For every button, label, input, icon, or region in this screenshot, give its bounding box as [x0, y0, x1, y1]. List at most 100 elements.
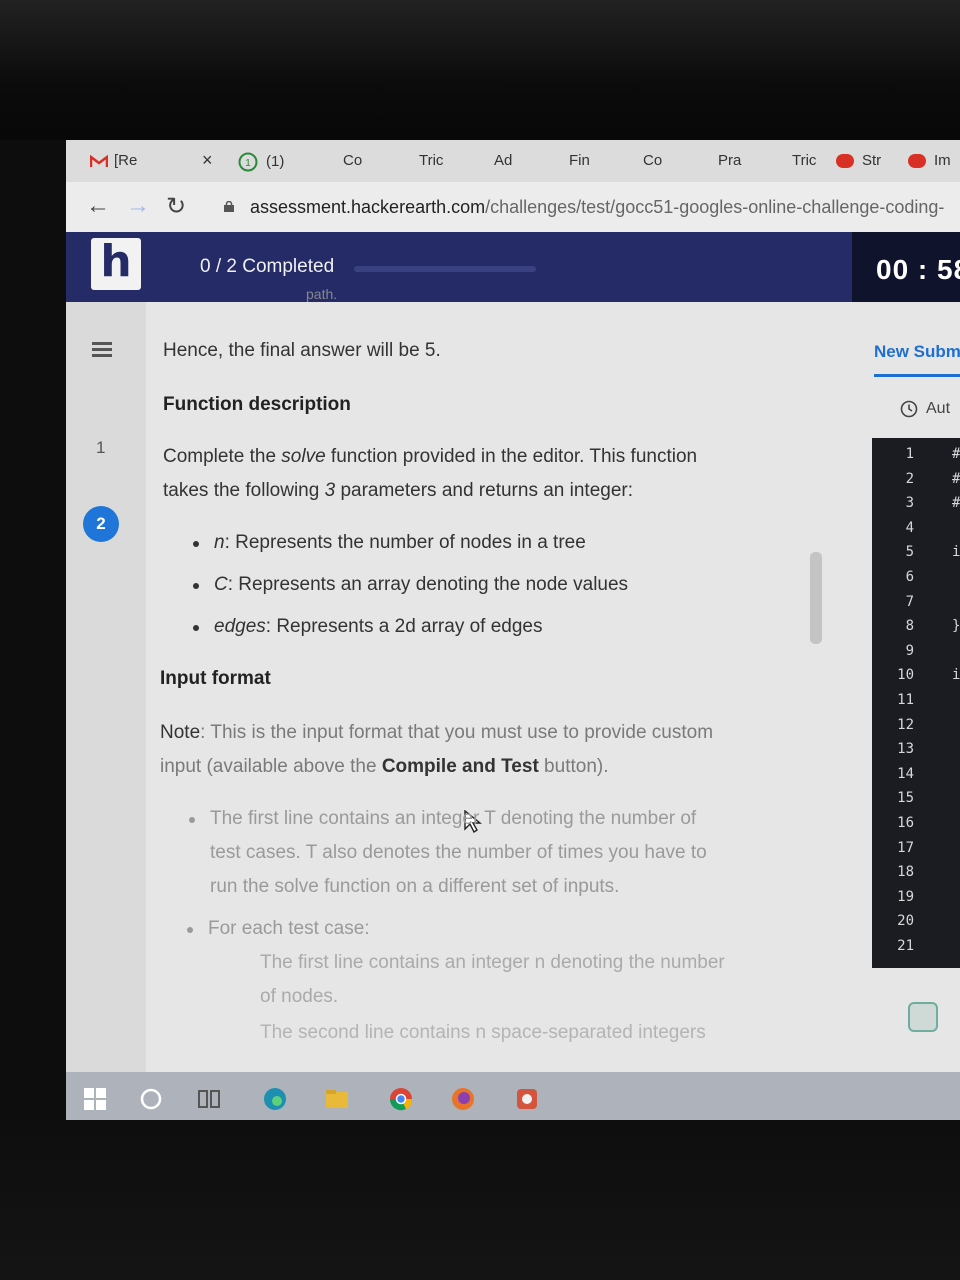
line-number: 18: [897, 864, 914, 881]
laptop-screen: [Re × 1 (1) Co Tric Ad Fin Co Pra Tric S…: [66, 140, 960, 1125]
url-domain: assessment.hackerearth.com: [250, 197, 486, 217]
format-sub-line: The first line contains an integer n den…: [260, 952, 725, 973]
line-number: 14: [897, 765, 914, 782]
windows-icon[interactable]: [82, 1086, 108, 1112]
question-1-button[interactable]: 1: [96, 438, 105, 458]
problem-statement: path. Hence, the final answer will be 5.…: [146, 286, 868, 1072]
tab-item[interactable]: Tric: [792, 152, 816, 169]
line-number: 13: [897, 741, 914, 758]
timer-box: 00 : 58: [852, 232, 960, 302]
chrome-icon[interactable]: [388, 1086, 414, 1112]
forward-arrow-icon[interactable]: →: [126, 192, 150, 220]
tab-label: Fin: [569, 152, 590, 169]
param-item: C: Represents an array denoting the node…: [192, 574, 629, 595]
red-badge-icon: [908, 154, 926, 169]
resize-icon[interactable]: [908, 1002, 938, 1032]
code-editor[interactable]: 1 2 3 4 5 6 7 8 9 10 11 12 13 14 15 16 17 18 19 20 21 # # # i} i: [872, 438, 960, 968]
search-icon[interactable]: [138, 1086, 164, 1112]
param-item: edges: Represents a 2d array of edges: [193, 616, 543, 637]
close-icon[interactable]: ×: [202, 150, 213, 171]
line-number: 12: [897, 716, 914, 733]
code-line-fragment: #: [952, 446, 960, 462]
address-bar: ← → ↻ assessment.hackerearth.com/challen…: [66, 182, 960, 232]
progress-bar: [354, 266, 536, 272]
reload-icon[interactable]: ↻: [166, 192, 186, 221]
tab-label: (1): [266, 152, 285, 170]
function-description-line2: takes the following 3 parameters and ret…: [163, 480, 634, 501]
tab-label: Str: [862, 152, 882, 169]
format-sub-line: of nodes.: [260, 986, 339, 1007]
format-line: run the solve function on a different se…: [210, 876, 620, 897]
tab-whatsapp[interactable]: 1 (1): [238, 152, 284, 172]
tab-item[interactable]: Co: [343, 152, 362, 169]
laptop-bezel-top: [0, 0, 960, 140]
format-line: The first line contains an integer T den…: [188, 808, 697, 829]
function-description-line1: Complete the solve function provided in …: [163, 446, 698, 467]
task-view-icon[interactable]: [196, 1086, 222, 1112]
note-line1: Note: This is the input format that you …: [160, 722, 714, 743]
tab-item[interactable]: Co: [643, 152, 662, 169]
url-path: /challenges/test/gocc51-googles-online-c…: [485, 197, 945, 217]
tab-new-submission[interactable]: New Subm: [874, 342, 960, 362]
back-arrow-icon[interactable]: ←: [86, 192, 110, 220]
tab-item[interactable]: Fin: [569, 152, 590, 169]
url-field[interactable]: assessment.hackerearth.com/challenges/te…: [250, 197, 944, 218]
tab-item[interactable]: Pra: [718, 152, 741, 169]
tab-item[interactable]: Str: [836, 152, 881, 169]
scrollbar-thumb[interactable]: [810, 552, 822, 644]
hackerearth-logo: h: [91, 238, 141, 290]
line-number: 7: [905, 593, 914, 610]
browser-tab-strip: [Re × 1 (1) Co Tric Ad Fin Co Pra Tric S…: [66, 140, 960, 182]
partial-text: path.: [306, 286, 338, 302]
question-2-button[interactable]: 2: [83, 506, 119, 542]
format-line: For each test case:: [187, 918, 370, 939]
tab-item[interactable]: Tric: [419, 152, 443, 169]
line-number: 4: [905, 519, 914, 536]
tab-label: Tric: [792, 152, 817, 169]
final-answer-text: Hence, the final answer will be 5.: [163, 340, 441, 361]
line-number: 21: [897, 938, 914, 954]
tab-label: Co: [343, 152, 363, 169]
file-explorer-icon[interactable]: [324, 1086, 350, 1112]
code-line-fragment: #: [952, 470, 960, 487]
tab-label: [Re: [114, 152, 138, 169]
active-tab-underline: [874, 374, 960, 377]
firefox-icon[interactable]: [450, 1086, 476, 1112]
tab-label: Im: [934, 152, 951, 169]
whatsapp-icon: 1: [238, 152, 258, 172]
format-sub-line: The second line contains n space-separat…: [260, 1022, 706, 1043]
line-number: 17: [897, 839, 914, 856]
editor-panel: New Subm Aut 1 2 3 4 5 6 7 8 9 10 11 12 13 14 15 16 17 18…: [868, 302, 960, 1072]
input-format-heading: Input format: [160, 668, 271, 689]
svg-text:1: 1: [245, 158, 251, 169]
menu-icon[interactable]: [92, 342, 112, 360]
line-number: 5: [905, 544, 914, 561]
edge-icon[interactable]: [262, 1086, 288, 1112]
line-number: 20: [897, 913, 914, 930]
tab-item[interactable]: Ad: [494, 152, 512, 169]
windows-taskbar: [66, 1072, 960, 1125]
line-number: 19: [897, 888, 914, 905]
line-number: 11: [897, 692, 914, 708]
code-line-fragment: i: [952, 667, 960, 684]
line-number: 15: [897, 790, 914, 807]
tab-label: Pra: [718, 152, 742, 169]
function-description-heading: Function description: [163, 394, 351, 415]
timer: 00 : 58: [876, 254, 960, 285]
code-line-fragment: }: [952, 618, 960, 635]
progress-text: 0 / 2 Completed: [200, 256, 335, 277]
tab-label: Ad: [494, 152, 513, 169]
line-number: 1: [905, 446, 914, 462]
line-number: 16: [897, 815, 914, 831]
tab-label: Tric: [419, 152, 444, 169]
tab-label: Co: [643, 152, 663, 169]
assessment-header: h 0 / 2 Completed 00 : 58: [66, 232, 960, 302]
param-item: n: Represents the number of nodes in a t…: [193, 532, 586, 553]
tab-item[interactable]: Im: [908, 152, 951, 169]
code-line-fragment: #: [952, 495, 960, 512]
tab-gmail[interactable]: [Re: [89, 152, 138, 169]
code-line-fragment: i: [952, 544, 960, 561]
line-number: 2: [905, 470, 914, 487]
app-icon[interactable]: [514, 1086, 540, 1112]
clock-icon: [900, 400, 918, 418]
